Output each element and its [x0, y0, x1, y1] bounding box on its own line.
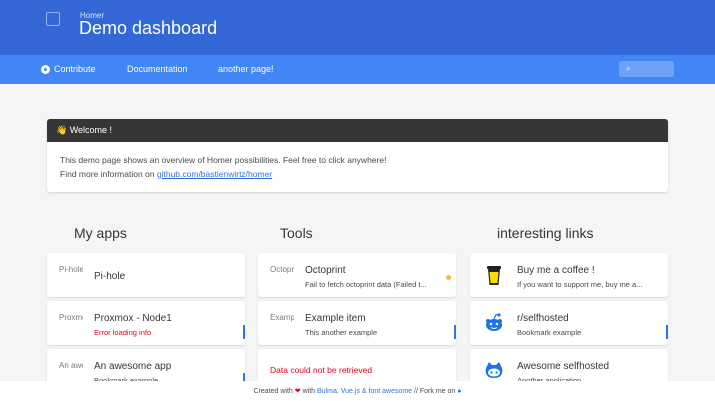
- page-footer: Created with ❤ with Bulma, Vue.js & font…: [0, 381, 715, 402]
- navbar: Contribute Documentation another page!: [0, 55, 715, 84]
- awesome-app-icon: An awesome: [59, 361, 83, 370]
- card-subtitle: This another example: [305, 328, 378, 337]
- nav-documentation-label: Documentation: [127, 64, 188, 74]
- card-error: Error loading info: [94, 328, 152, 337]
- column-title-tools: Tools: [280, 225, 313, 241]
- octoprint-icon: Octoprint: [270, 265, 294, 274]
- status-indicator: [454, 325, 456, 339]
- card-name: Example item: [305, 313, 366, 324]
- welcome-line-2: Find more information on github.com/bast…: [60, 167, 655, 181]
- homer-logo-icon: [46, 12, 60, 26]
- status-indicator: [666, 325, 668, 339]
- nav-another-page-link[interactable]: another page!: [218, 64, 274, 74]
- nav-documentation-link[interactable]: Documentation: [127, 64, 188, 74]
- github-icon[interactable]: ●: [457, 388, 461, 395]
- coffee-cup-icon: [487, 266, 501, 285]
- search-icon: ⌕: [626, 64, 631, 73]
- card-subtitle: Fail to fetch octoprint data (Failed t..…: [305, 280, 427, 289]
- status-dot-icon: [446, 275, 451, 280]
- welcome-title: 👋 Welcome !: [47, 119, 668, 142]
- pi-hole-icon: Pi-hole: [59, 265, 83, 274]
- footer-stack-link[interactable]: Bulma, Vue.js & font awesome: [317, 388, 412, 395]
- page-header: Homer Demo dashboard: [0, 0, 715, 55]
- card-name: r/selfhosted: [517, 313, 569, 324]
- card-name: Proxmox - Node1: [94, 313, 172, 324]
- nav-another-page-label: another page!: [218, 64, 274, 74]
- card-name: Awesome selfhosted: [517, 361, 610, 372]
- column-title-interesting-links: interesting links: [497, 225, 594, 241]
- nav-contribute-label: Contribute: [54, 64, 96, 74]
- welcome-message: 👋 Welcome ! This demo page shows an over…: [47, 119, 668, 192]
- card-octoprint[interactable]: Octoprint Octoprint Fail to fetch octopr…: [258, 253, 456, 297]
- status-indicator: [243, 325, 245, 339]
- reddit-icon: [486, 313, 502, 331]
- github-icon: [41, 64, 50, 74]
- data-error-message: Data could not be retrieved: [270, 365, 373, 375]
- card-example-item[interactable]: Example Example item This another exampl…: [258, 301, 456, 345]
- card-name: Buy me a coffee !: [517, 265, 595, 276]
- card-pi-hole[interactable]: Pi-hole Pi-hole: [47, 253, 245, 297]
- search-input[interactable]: ⌕: [619, 61, 674, 77]
- card-r-selfhosted[interactable]: r/selfhosted Bookmark example: [470, 301, 668, 345]
- card-name: Pi-hole: [94, 271, 126, 282]
- example-item-icon: Example: [270, 313, 294, 322]
- footer-created: Created with: [253, 388, 293, 395]
- page-title: Demo dashboard: [79, 18, 218, 38]
- card-name: Octoprint: [305, 265, 346, 276]
- heart-icon: ❤: [294, 388, 301, 395]
- card-name: An awesome app: [94, 361, 172, 372]
- nav-contribute-link[interactable]: Contribute: [41, 64, 96, 74]
- card-proxmox[interactable]: Proxmox Proxmox - Node1 Error loading in…: [47, 301, 245, 345]
- github-link[interactable]: github.com/bastienwirtz/homer: [157, 169, 272, 179]
- footer-fork: // Fork me on: [414, 388, 456, 395]
- proxmox-icon: Proxmox: [59, 313, 83, 322]
- card-buy-me-a-coffee[interactable]: Buy me a coffee ! If you want to support…: [470, 253, 668, 297]
- card-subtitle: Bookmark example: [517, 328, 582, 337]
- github-octocat-icon: [485, 362, 503, 378]
- welcome-body: This demo page shows an overview of Home…: [47, 142, 668, 192]
- welcome-line-2-prefix: Find more information on: [60, 169, 157, 179]
- welcome-line-1: This demo page shows an overview of Home…: [60, 155, 387, 165]
- column-title-my-apps: My apps: [74, 225, 127, 241]
- footer-with: with: [302, 388, 316, 395]
- card-subtitle: If you want to support me, buy me a...: [517, 280, 643, 289]
